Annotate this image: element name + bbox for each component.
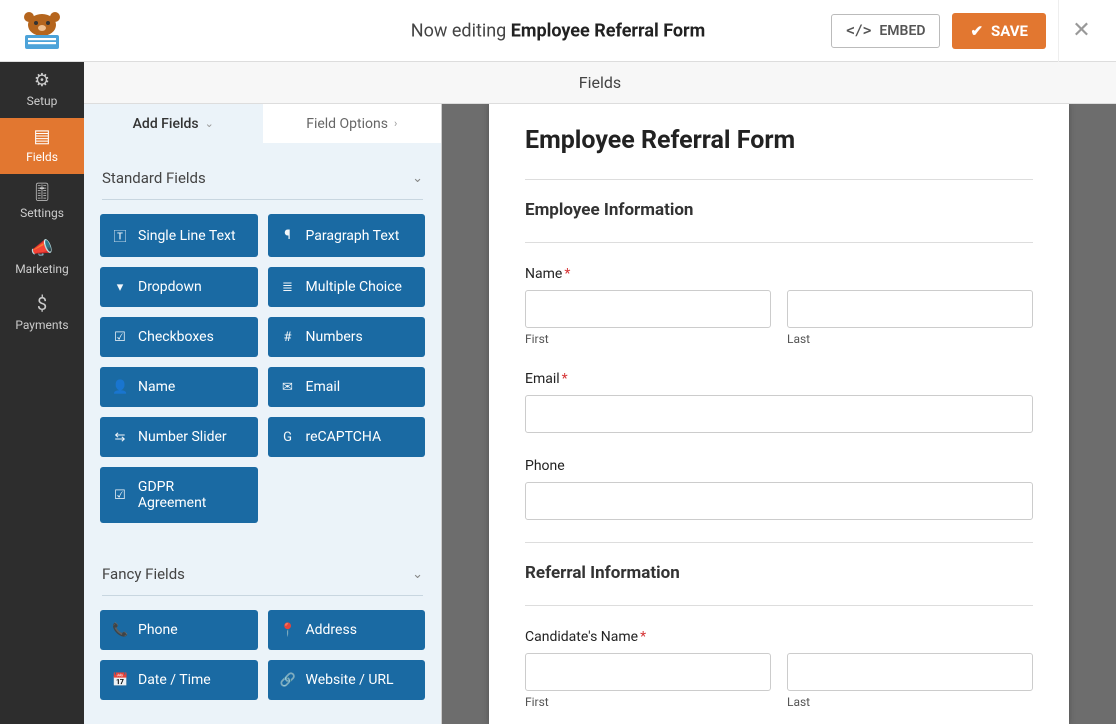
field-type-label: Name xyxy=(138,379,175,395)
field-type-gdpr-agreement[interactable]: ☑ GDPR Agreement xyxy=(100,467,258,523)
form-heading: Employee Referral Form xyxy=(525,126,1033,155)
field-type-label: Multiple Choice xyxy=(306,279,402,295)
list-icon: ≣ xyxy=(280,280,296,295)
form-paper: Employee Referral Form Employee Informat… xyxy=(489,104,1069,724)
field-type-phone[interactable]: 📞 Phone xyxy=(100,610,258,650)
section-title-fields: Fields xyxy=(84,62,1116,104)
check-icon: ☑ xyxy=(112,330,128,345)
field-type-dropdown[interactable]: ▾ Dropdown xyxy=(100,267,258,307)
field-type-label: Email xyxy=(306,379,341,395)
link-icon: 🔗 xyxy=(280,673,296,688)
sliders-icon: 🎚 xyxy=(31,184,54,202)
wpforms-logo-icon xyxy=(18,11,66,51)
group-standard-fields[interactable]: Standard Fields ⌄ xyxy=(84,155,441,197)
field-type-checkboxes[interactable]: ☑ Checkboxes xyxy=(100,317,258,357)
field-type-email[interactable]: ✉ Email xyxy=(268,367,426,407)
chevron-right-icon: › xyxy=(394,117,397,130)
employee-last-name-input[interactable] xyxy=(787,290,1033,328)
text-icon: 🅃 xyxy=(112,226,128,245)
field-type-label: reCAPTCHA xyxy=(306,429,382,445)
gear-icon: ⚙ xyxy=(34,72,50,90)
field-phone[interactable]: Phone xyxy=(525,455,1033,520)
field-type-website-url[interactable]: 🔗 Website / URL xyxy=(268,660,426,700)
save-label: SAVE xyxy=(991,22,1028,40)
nav-settings[interactable]: 🎚 Settings xyxy=(0,174,84,230)
field-type-label: Website / URL xyxy=(306,672,394,688)
megaphone-icon: 📣 xyxy=(31,240,53,258)
check-icon: ✔ xyxy=(970,22,983,40)
field-type-label: Checkboxes xyxy=(138,329,214,345)
panel-tabs: Add Fields ⌄ Field Options › xyxy=(84,104,441,143)
hash-icon: # xyxy=(280,330,296,345)
field-type-label: GDPR Agreement xyxy=(138,479,246,511)
nav-payments[interactable]: $ Payments xyxy=(0,286,84,342)
field-type-label: Address xyxy=(306,622,357,638)
gdpr-icon: ☑ xyxy=(112,488,128,503)
preview-scroll[interactable]: Employee Referral Form Employee Informat… xyxy=(442,104,1116,724)
employee-email-input[interactable] xyxy=(525,395,1033,433)
topbar: Now editing Employee Referral Form </> E… xyxy=(0,0,1116,62)
chevron-down-icon: ⌄ xyxy=(412,567,423,582)
field-type-address[interactable]: 📍 Address xyxy=(268,610,426,650)
fields-scroll[interactable]: Standard Fields ⌄ 🅃 Single Line Text ¶ Para… xyxy=(84,143,441,724)
employee-first-name-input[interactable] xyxy=(525,290,771,328)
section-employee-info: Employee Information xyxy=(525,200,1033,220)
field-name[interactable]: Name* First Last xyxy=(525,263,1033,346)
field-type-number-slider[interactable]: ⇆ Number Slider xyxy=(100,417,258,457)
pin-icon: 📍 xyxy=(280,623,296,638)
group-fancy-fields[interactable]: Fancy Fields ⌄ xyxy=(84,551,441,593)
dropdown-icon: ▾ xyxy=(112,280,128,295)
nav-marketing[interactable]: 📣 Marketing xyxy=(0,230,84,286)
left-nav: ⚙ Setup ▤ Fields 🎚 Settings 📣 Marketing … xyxy=(0,62,84,724)
preview-area: Employee Referral Form Employee Informat… xyxy=(442,104,1116,724)
chevron-down-icon: ⌄ xyxy=(205,117,214,130)
close-icon: ✕ xyxy=(1072,18,1090,43)
field-type-label: Single Line Text xyxy=(138,228,236,244)
tab-field-options[interactable]: Field Options › xyxy=(263,104,442,143)
field-type-multiple-choice[interactable]: ≣ Multiple Choice xyxy=(268,267,426,307)
nav-setup[interactable]: ⚙ Setup xyxy=(0,62,84,118)
employee-phone-input[interactable] xyxy=(525,482,1033,520)
field-type-label: Numbers xyxy=(306,329,363,345)
now-editing-label: Now editing Employee Referral Form xyxy=(411,20,705,41)
mail-icon: ✉ xyxy=(280,380,296,395)
save-button[interactable]: ✔ SAVE xyxy=(952,13,1046,49)
embed-label: EMBED xyxy=(879,23,925,39)
embed-button[interactable]: </> EMBED xyxy=(831,14,940,48)
recaptcha-icon: G xyxy=(280,430,296,445)
field-type-label: Date / Time xyxy=(138,672,211,688)
field-candidate-name[interactable]: Candidate's Name* First Last xyxy=(525,626,1033,709)
field-type-label: Phone xyxy=(138,622,178,638)
dollar-icon: $ xyxy=(37,296,47,314)
calendar-icon: 📅 xyxy=(112,673,128,688)
tab-add-fields[interactable]: Add Fields ⌄ xyxy=(84,104,263,143)
form-title: Employee Referral Form xyxy=(511,20,706,41)
person-icon: 👤 xyxy=(112,380,128,395)
field-type-label: Paragraph Text xyxy=(306,228,400,244)
candidate-last-name-input[interactable] xyxy=(787,653,1033,691)
field-type-single-line-text[interactable]: 🅃 Single Line Text xyxy=(100,214,258,257)
paragraph-icon: ¶ xyxy=(280,228,296,243)
app-logo xyxy=(0,11,84,51)
fields-icon: ▤ xyxy=(33,128,50,146)
field-type-paragraph-text[interactable]: ¶ Paragraph Text xyxy=(268,214,426,257)
field-type-date-time[interactable]: 📅 Date / Time xyxy=(100,660,258,700)
field-email[interactable]: Email* xyxy=(525,368,1033,433)
close-button[interactable]: ✕ xyxy=(1058,0,1104,62)
slider-icon: ⇆ xyxy=(112,430,128,445)
candidate-first-name-input[interactable] xyxy=(525,653,771,691)
field-type-label: Dropdown xyxy=(138,279,202,295)
fields-panel: Add Fields ⌄ Field Options › Standard Fi… xyxy=(84,104,442,724)
field-type-recaptcha[interactable]: GreCAPTCHA xyxy=(268,417,426,457)
nav-fields[interactable]: ▤ Fields xyxy=(0,118,84,174)
phone-icon: 📞 xyxy=(112,623,128,638)
field-type-name[interactable]: 👤 Name xyxy=(100,367,258,407)
section-referral-info: Referral Information xyxy=(525,563,1033,583)
field-type-label: Number Slider xyxy=(138,429,227,445)
chevron-down-icon: ⌄ xyxy=(412,171,423,186)
field-type-numbers[interactable]: # Numbers xyxy=(268,317,426,357)
code-icon: </> xyxy=(846,23,871,39)
